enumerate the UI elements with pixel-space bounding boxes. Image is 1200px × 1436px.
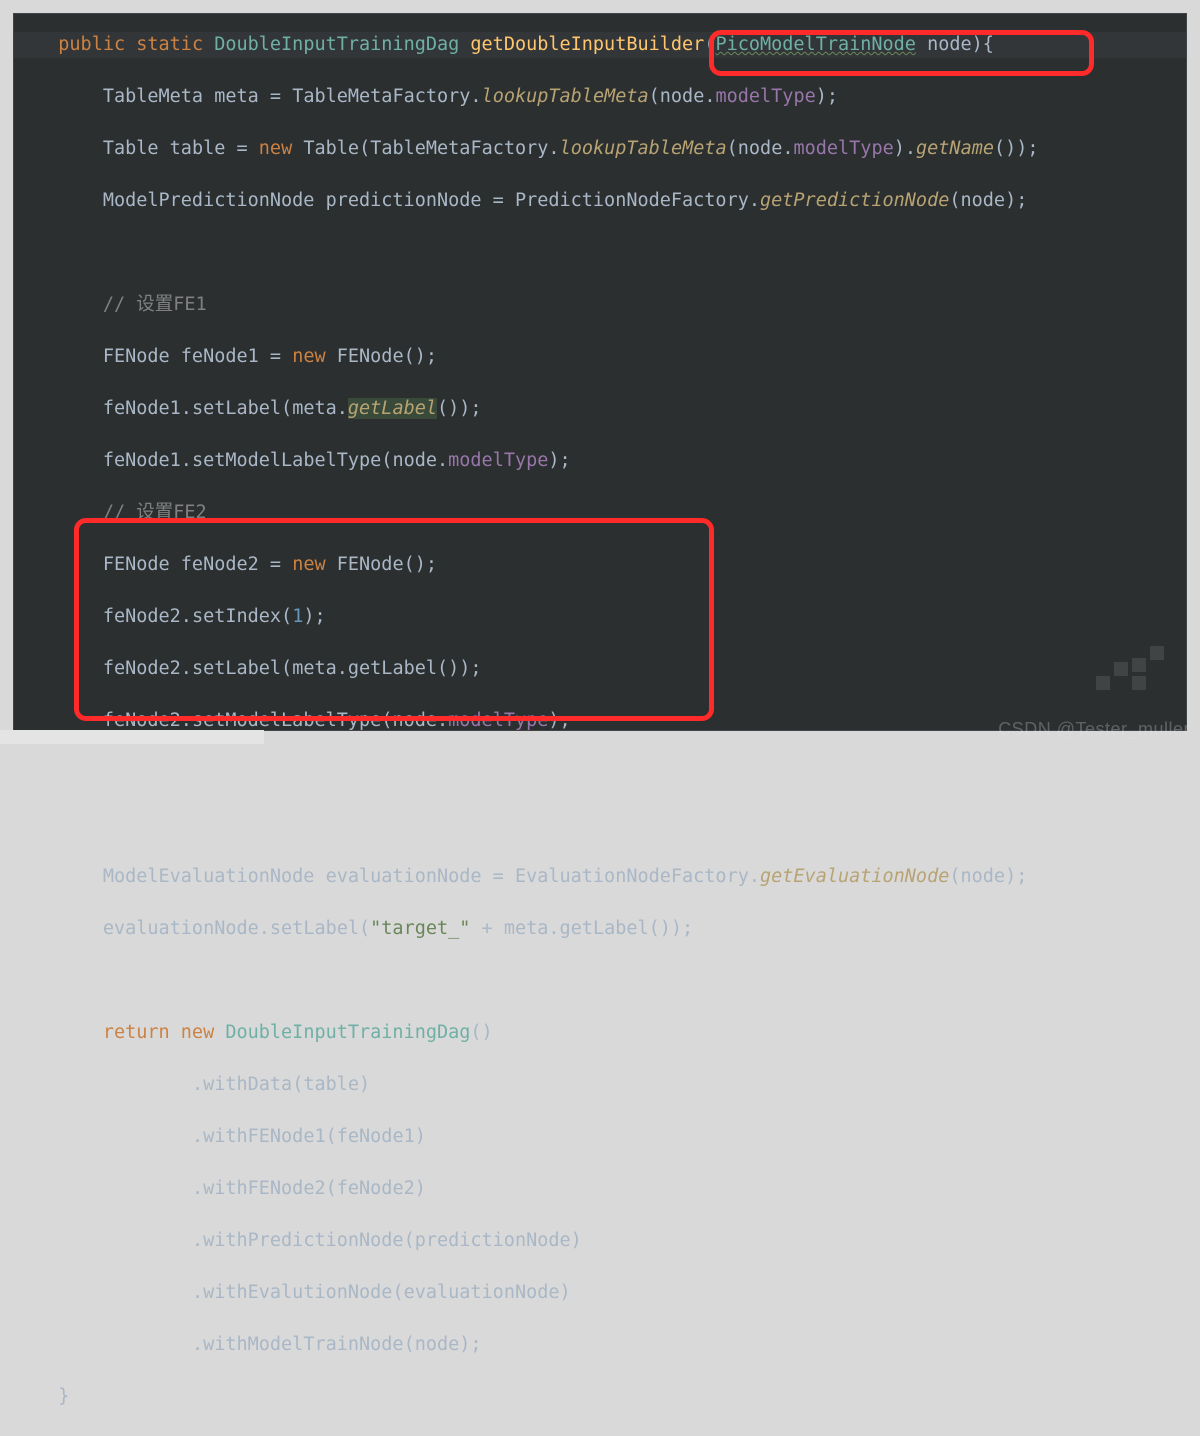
editor-frame: public static DoubleInputTrainingDag get… (14, 14, 1186, 730)
code-line[interactable]: TableMeta meta = TableMetaFactory.lookup… (14, 84, 1186, 110)
code-line[interactable] (14, 240, 1186, 266)
keyword-return: return (103, 1022, 170, 1043)
param-type: PicoModelTrainNode (715, 34, 915, 55)
code-line[interactable]: .withModelTrainNode(node); (14, 1332, 1186, 1358)
code-line[interactable]: // 设置FE1 (14, 292, 1186, 318)
code-line[interactable]: return new DoubleInputTrainingDag() (14, 1020, 1186, 1046)
code-line[interactable]: feNode2.setIndex(1); (14, 604, 1186, 630)
comment: // 设置FE1 (103, 294, 207, 315)
code-line[interactable]: Table table = new Table(TableMetaFactory… (14, 136, 1186, 162)
close-brace: } (58, 1386, 69, 1407)
code-line[interactable]: public static DoubleInputTrainingDag get… (14, 32, 1186, 58)
method-name: getDoubleInputBuilder (470, 34, 704, 55)
code-line[interactable] (14, 760, 1186, 786)
code-line[interactable]: .withPredictionNode(predictionNode) (14, 1228, 1186, 1254)
code-line[interactable]: feNode2.setLabel(meta.getLabel()); (14, 656, 1186, 682)
code-line[interactable]: .withFENode1(feNode1) (14, 1124, 1186, 1150)
code-editor[interactable]: public static DoubleInputTrainingDag get… (14, 14, 1186, 730)
code-line[interactable]: } (14, 1384, 1186, 1410)
code-line[interactable] (14, 812, 1186, 838)
code-line[interactable]: // 设置FE2 (14, 500, 1186, 526)
keyword-static: static (136, 34, 203, 55)
code-line[interactable]: .withData(table) (14, 1072, 1186, 1098)
code-line[interactable]: feNode1.setModelLabelType(node.modelType… (14, 448, 1186, 474)
status-bar (0, 730, 264, 744)
return-type: DoubleInputTrainingDag (214, 34, 459, 55)
code-line[interactable]: FENode feNode2 = new FENode(); (14, 552, 1186, 578)
code-line[interactable]: FENode feNode1 = new FENode(); (14, 344, 1186, 370)
code-line[interactable]: ModelPredictionNode predictionNode = Pre… (14, 188, 1186, 214)
keyword-public: public (58, 34, 125, 55)
code-line[interactable] (14, 968, 1186, 994)
code-line[interactable]: evaluationNode.setLabel("target_" + meta… (14, 916, 1186, 942)
comment: // 设置FE2 (103, 502, 207, 523)
code-line[interactable]: feNode1.setLabel(meta.getLabel()); (14, 396, 1186, 422)
code-line[interactable]: ModelEvaluationNode evaluationNode = Eva… (14, 864, 1186, 890)
param-name: node (927, 34, 972, 55)
code-line[interactable]: .withFENode2(feNode2) (14, 1176, 1186, 1202)
code-line[interactable]: .withEvalutionNode(evaluationNode) (14, 1280, 1186, 1306)
